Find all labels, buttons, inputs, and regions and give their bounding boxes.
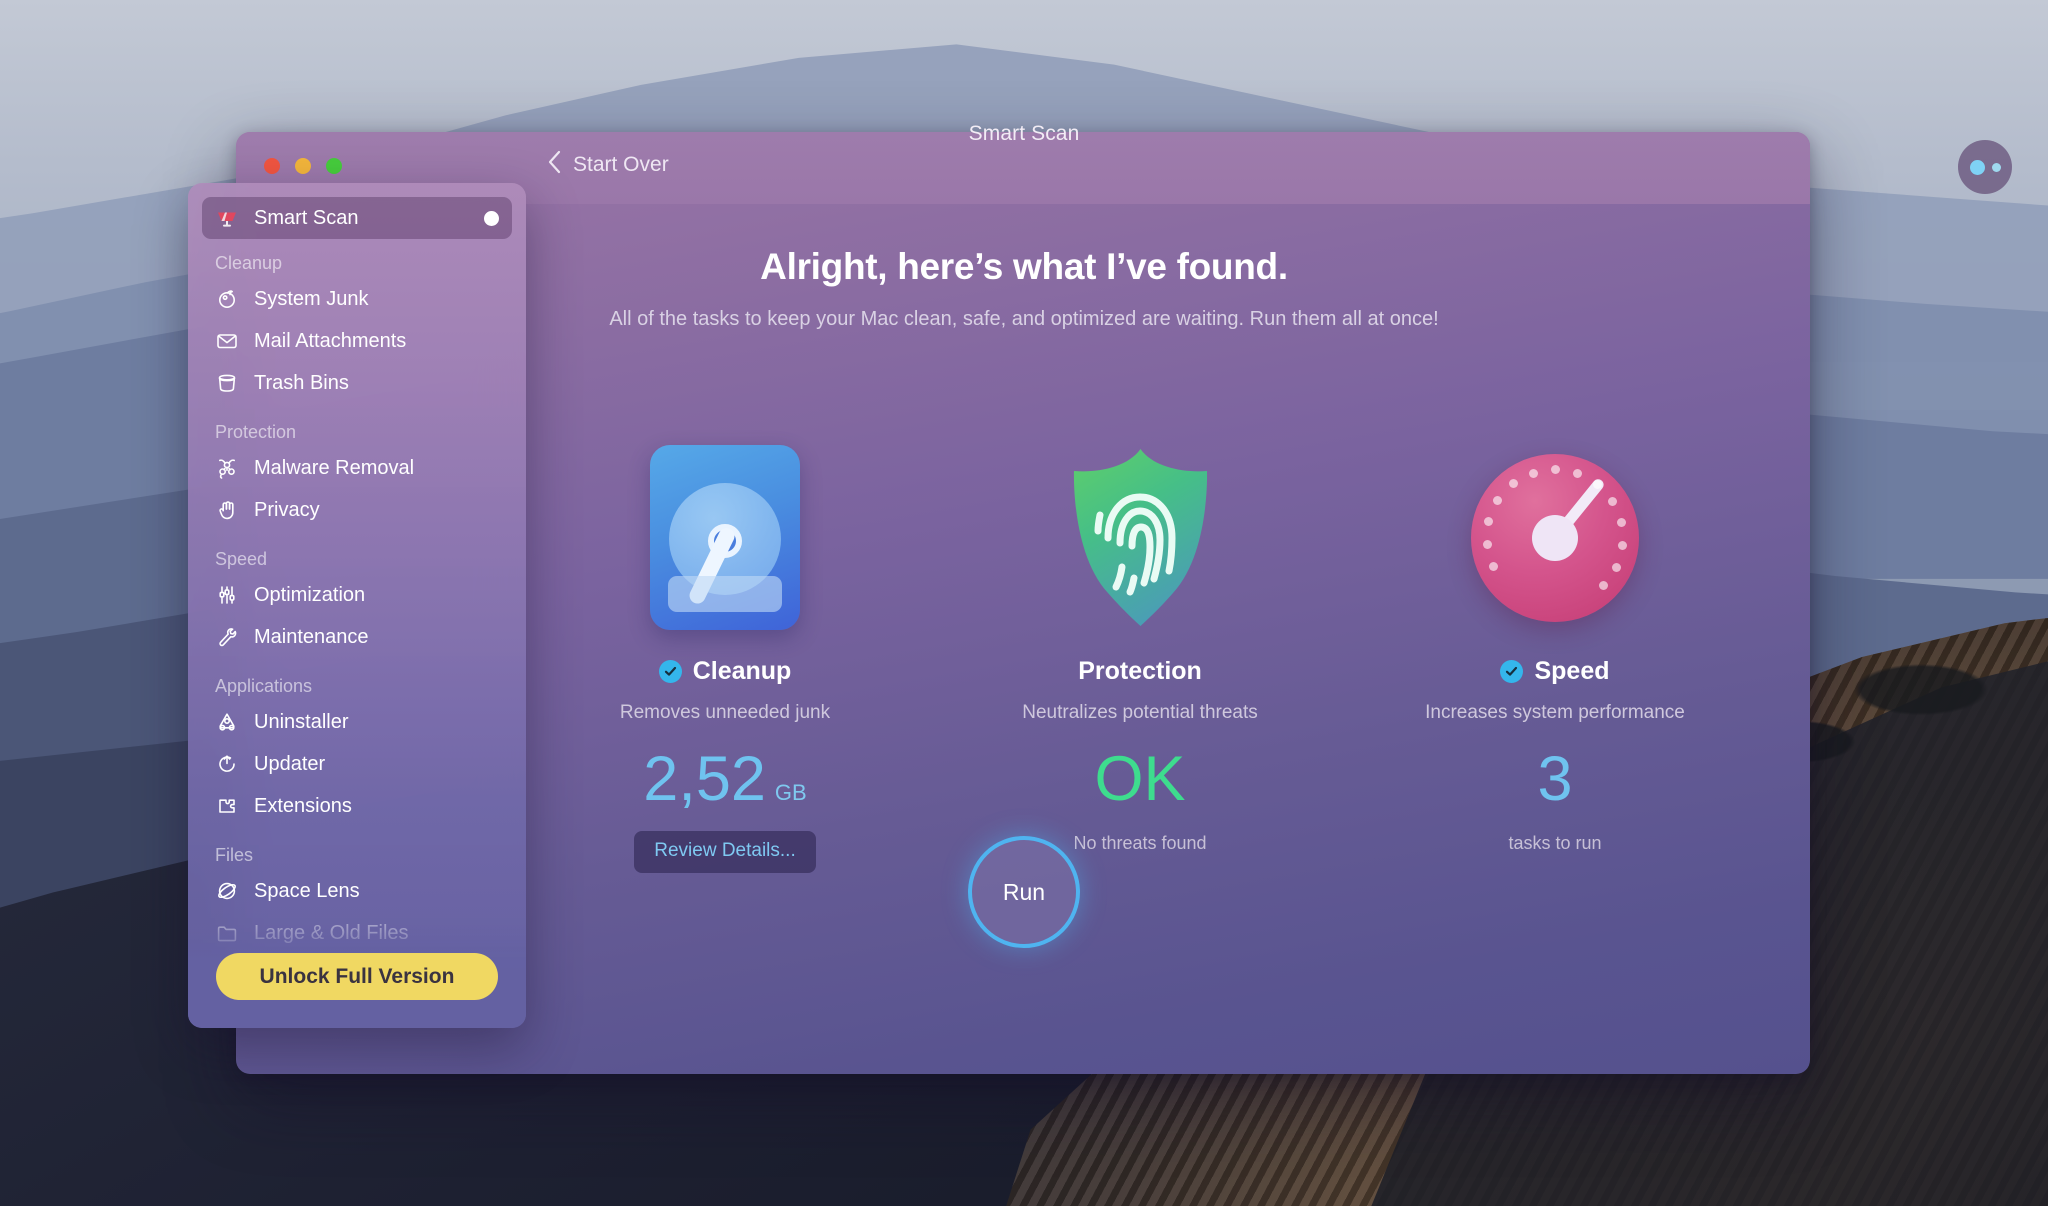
sidebar-item-label: Extensions: [254, 794, 352, 817]
gauge-tick: [1528, 468, 1538, 478]
gauge-tick: [1484, 517, 1494, 527]
sidebar-item-extensions[interactable]: Extensions: [202, 785, 512, 827]
result-cards: Cleanup Removes unneeded junk 2,52 GB Re…: [560, 440, 1720, 873]
sidebar-item-label: Trash Bins: [254, 371, 349, 394]
sliders-icon: [215, 583, 239, 607]
card-title-protection: Protection: [1078, 657, 1202, 685]
card-title-cleanup: Cleanup: [692, 657, 792, 685]
check-icon-speed: [1500, 660, 1524, 683]
smart-scan-icon: [215, 206, 239, 230]
gauge-tick: [1488, 561, 1498, 571]
card-desc-speed: Increases system performance: [1425, 702, 1685, 723]
sidebar-item-label: System Junk: [254, 287, 369, 310]
sidebar-item-optimization[interactable]: Optimization: [202, 574, 512, 616]
sidebar-item-space-lens[interactable]: Space Lens: [202, 870, 512, 912]
sidebar-item-label: Privacy: [254, 498, 320, 521]
unlock-section: Unlock Full Version: [188, 923, 526, 1028]
gauge-tick: [1618, 540, 1628, 550]
sidebar-group-label: Protection: [215, 422, 297, 442]
subheadline: All of the tasks to keep your Mac clean,…: [609, 308, 1439, 330]
card-note-protection: No threats found: [1073, 833, 1207, 853]
uninstaller-icon: [215, 710, 239, 734]
card-title-speed: Speed: [1534, 657, 1610, 685]
biohazard-icon: [215, 456, 239, 480]
sidebar-item-system-junk[interactable]: System Junk: [202, 278, 512, 320]
sidebar-group-label: Speed: [215, 549, 268, 569]
updater-icon: [215, 752, 239, 776]
gauge-tick: [1482, 539, 1492, 549]
card-protection: Protection Neutralizes potential threats…: [975, 440, 1305, 873]
gauge-tick: [1493, 496, 1503, 506]
gauge-tick: [1508, 479, 1518, 489]
gauge-tick: [1550, 465, 1560, 474]
sidebar: Smart Scan Cleanup System Junk Mail Attachm…: [188, 183, 526, 1028]
sidebar-item-label: Space Lens: [254, 879, 360, 902]
gauge-tick: [1608, 497, 1618, 507]
gauge-tick: [1573, 468, 1583, 478]
assistant-button[interactable]: [1958, 140, 2012, 194]
review-details-button[interactable]: Review Details...: [634, 831, 816, 873]
sidebar-item-malware-removal[interactable]: Malware Removal: [202, 447, 512, 489]
sidebar-item-label: Malware Removal: [254, 456, 415, 479]
extensions-icon: [215, 794, 239, 818]
sidebar-item-label: Optimization: [254, 583, 366, 606]
speedometer-icon: [1471, 440, 1639, 635]
card-cleanup: Cleanup Removes unneeded junk 2,52 GB Re…: [560, 440, 890, 873]
card-note-speed: tasks to run: [1508, 833, 1602, 853]
hard-drive-icon: [650, 440, 800, 635]
sidebar-item-label: Mail Attachments: [254, 329, 407, 352]
headline: Alright, here’s what I’ve found.: [760, 246, 1288, 287]
card-value-protection: OK: [1094, 744, 1186, 814]
unlock-full-version-button[interactable]: Unlock Full Version: [216, 953, 498, 1000]
sidebar-item-smart-scan[interactable]: Smart Scan: [202, 197, 512, 239]
sidebar-item-label: Maintenance: [254, 625, 369, 648]
sidebar-item-mail-attachments[interactable]: Mail Attachments: [202, 320, 512, 362]
run-button[interactable]: Run: [968, 836, 1080, 948]
check-icon-cleanup: [658, 660, 682, 683]
card-desc-cleanup: Removes unneeded junk: [619, 702, 831, 723]
selected-indicator-dot: [484, 210, 499, 226]
sidebar-item-label: Uninstaller: [254, 710, 349, 733]
sidebar-item-privacy[interactable]: Privacy: [202, 489, 512, 531]
gauge-tick: [1616, 518, 1626, 528]
wrench-icon: [215, 625, 239, 649]
sidebar-group-label: Files: [215, 845, 254, 865]
trash-icon: [215, 371, 239, 395]
sidebar-nav[interactable]: Smart Scan Cleanup System Junk Mail Attachm…: [188, 183, 526, 1028]
sidebar-item-label: Updater: [254, 752, 326, 775]
mail-icon: [215, 329, 239, 353]
space-lens-icon: [215, 879, 239, 903]
system-junk-icon: [215, 287, 239, 311]
sidebar-group-label: Cleanup: [215, 253, 283, 273]
gauge-tick: [1611, 562, 1621, 572]
page-title: Smart Scan: [968, 122, 1080, 145]
assistant-dot-small: [1991, 162, 2001, 172]
sidebar-item-maintenance[interactable]: Maintenance: [202, 616, 512, 658]
card-speed: Speed Increases system performance 3 tas…: [1390, 440, 1720, 873]
gauge-tick: [1598, 581, 1608, 591]
sidebar-item-updater[interactable]: Updater: [202, 743, 512, 785]
card-value-cleanup: 2,52: [643, 744, 766, 814]
assistant-dots-icon: [1969, 159, 1985, 175]
sidebar-item-label: Smart Scan: [254, 206, 359, 229]
card-desc-protection: Neutralizes potential threats: [1022, 702, 1258, 723]
sidebar-item-uninstaller[interactable]: Uninstaller: [202, 701, 512, 743]
hand-icon: [215, 498, 239, 522]
card-unit-cleanup: GB: [774, 780, 807, 805]
shield-fingerprint-icon: [1058, 440, 1223, 635]
sidebar-group-label: Applications: [215, 676, 313, 696]
card-value-speed: 3: [1537, 744, 1573, 814]
sidebar-item-trash-bins[interactable]: Trash Bins: [202, 362, 512, 404]
